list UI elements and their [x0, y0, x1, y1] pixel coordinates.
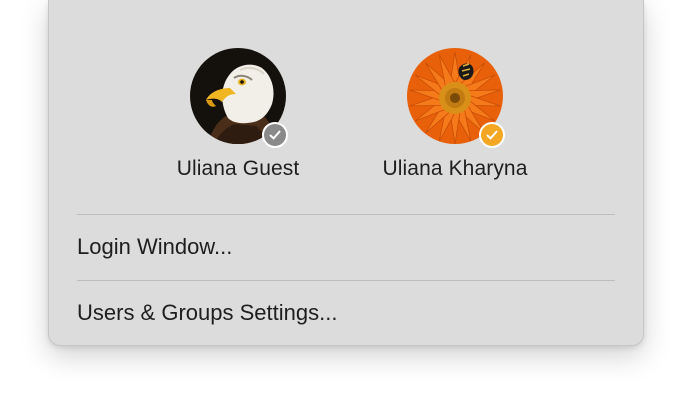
- users-groups-settings-menu-item[interactable]: Users & Groups Settings...: [77, 299, 337, 327]
- user-uliana-kharyna[interactable]: Uliana Kharyna: [345, 48, 565, 188]
- avatar: [407, 48, 505, 148]
- menu-divider: [77, 280, 615, 281]
- checkmark-icon: [262, 122, 288, 148]
- user-uliana-guest[interactable]: Uliana Guest: [128, 48, 348, 188]
- fast-user-switching-menu: Uliana Guest Uliana Kharyna Login Window…: [48, 0, 644, 346]
- avatar: [190, 48, 288, 148]
- menu-divider: [77, 214, 615, 215]
- user-list: Uliana Guest Uliana Kharyna: [49, 0, 643, 214]
- login-window-menu-item[interactable]: Login Window...: [77, 233, 232, 261]
- user-name-label: Uliana Guest: [176, 157, 300, 180]
- checkmark-icon: [479, 122, 505, 148]
- user-name-label: Uliana Kharyna: [382, 157, 528, 180]
